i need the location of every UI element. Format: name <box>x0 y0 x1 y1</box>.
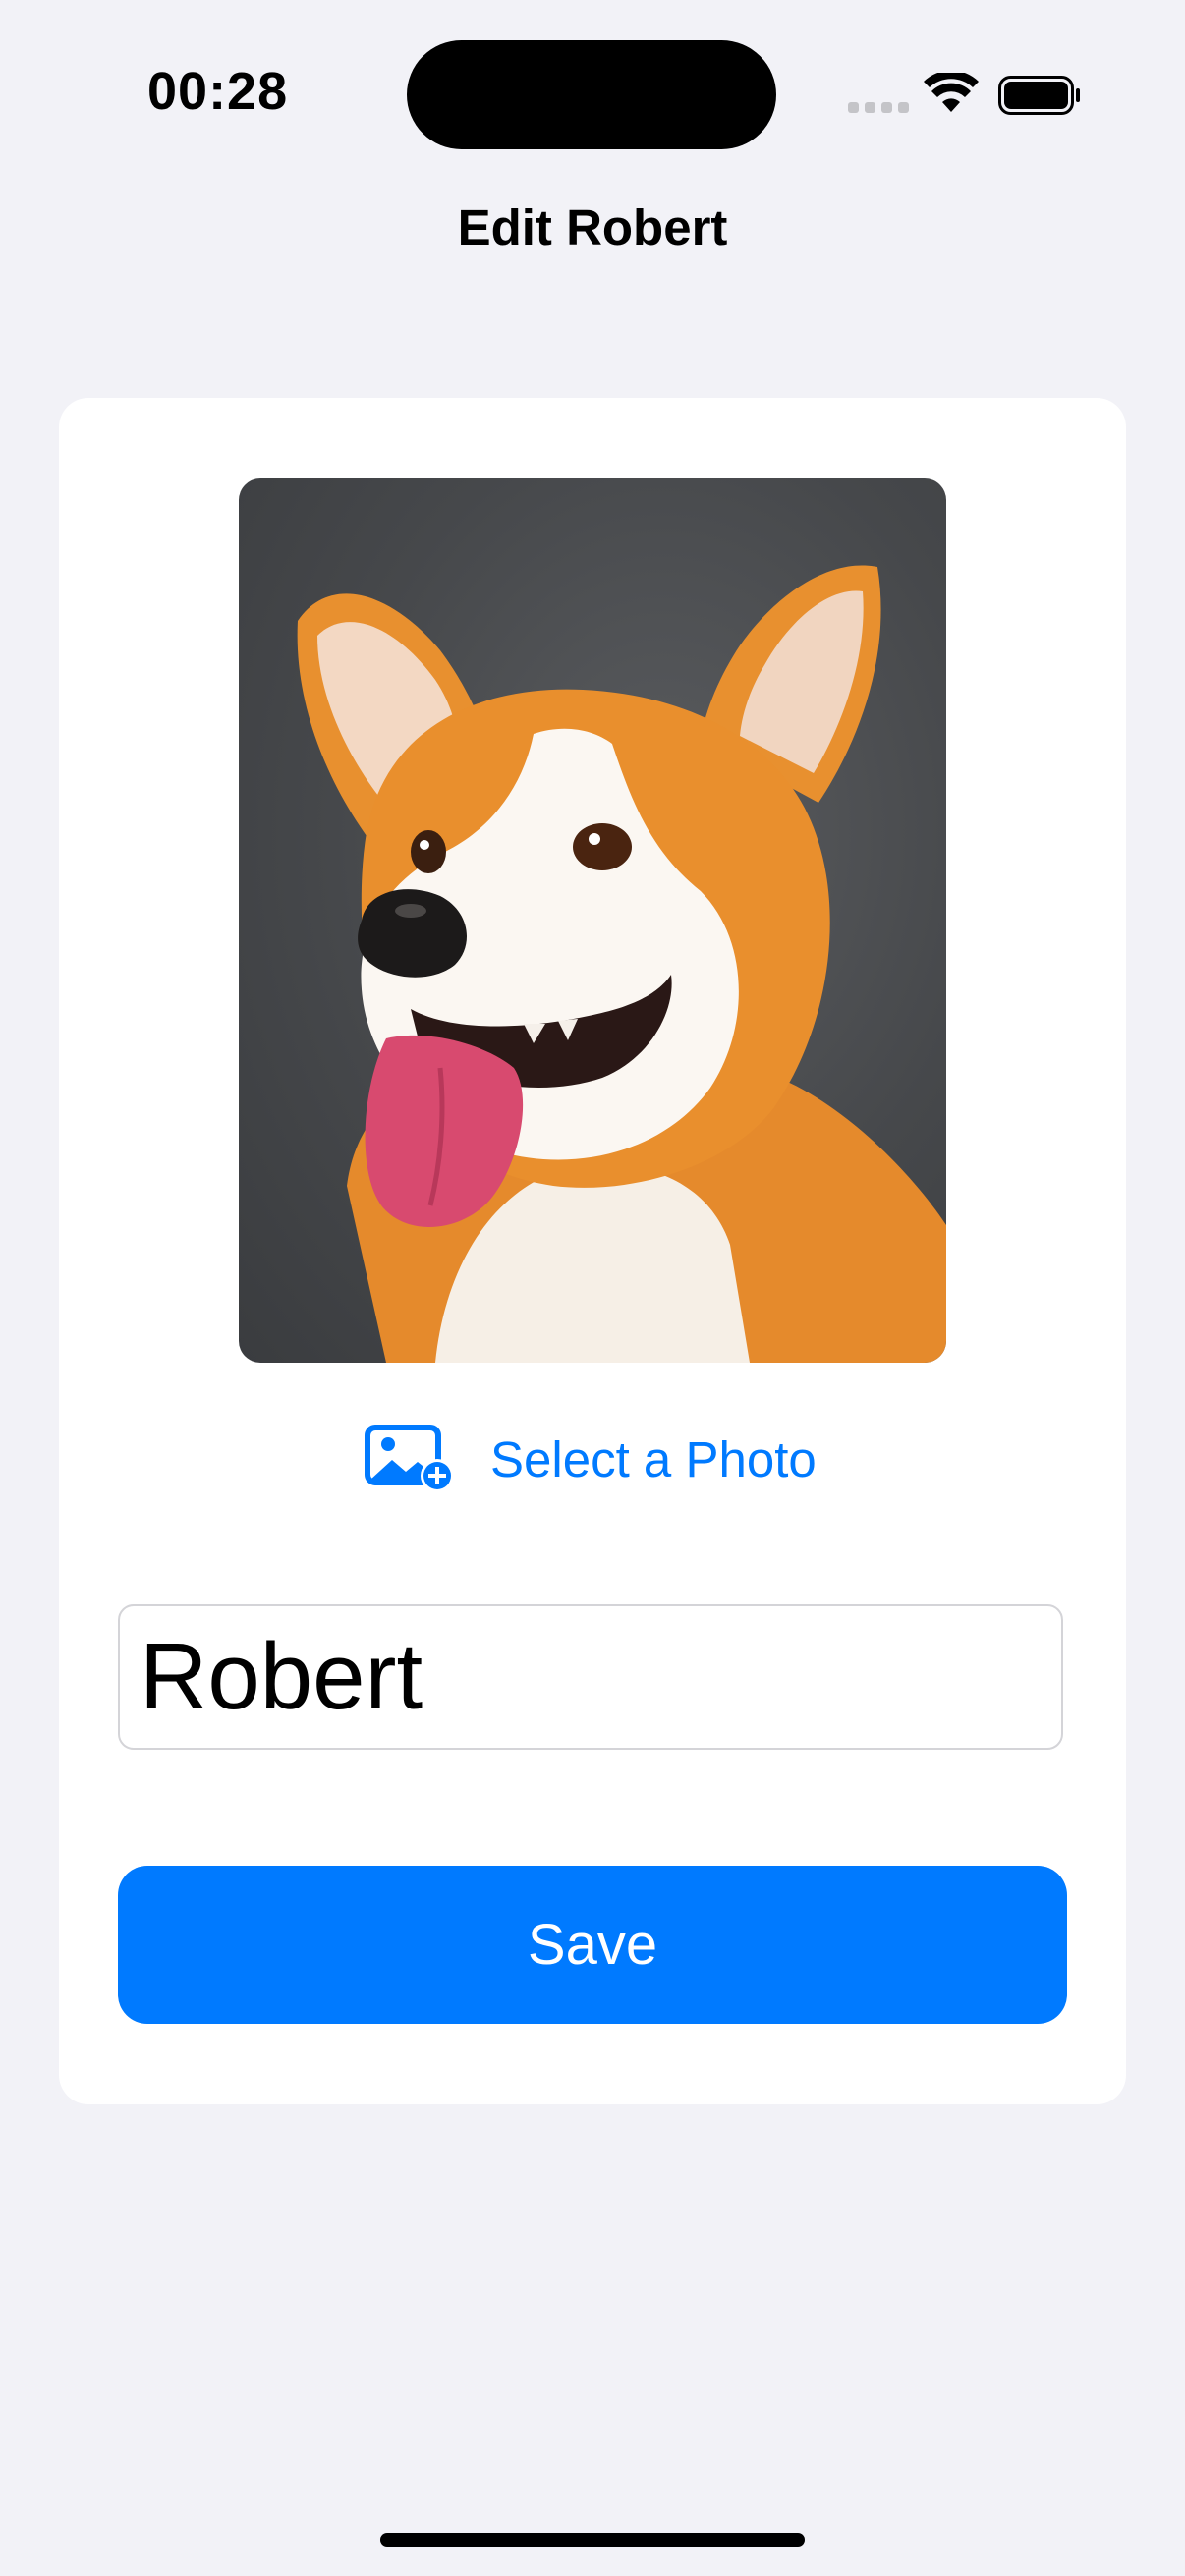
cellular-signal-icon <box>848 102 909 113</box>
page-title: Edit Robert <box>457 199 728 255</box>
dynamic-island <box>407 40 776 149</box>
status-bar: 00:28 <box>0 0 1185 187</box>
wifi-icon <box>924 73 979 112</box>
corgi-dog-photo <box>297 565 946 1363</box>
name-field[interactable] <box>118 1604 1063 1750</box>
save-button[interactable]: Save <box>118 1866 1067 2024</box>
home-indicator <box>380 2533 805 2547</box>
edit-card: Select a Photo Save <box>59 398 1126 2104</box>
status-time: 00:28 <box>147 62 289 121</box>
pet-photo <box>239 478 946 1363</box>
select-photo-button[interactable]: Select a Photo <box>365 1420 817 1498</box>
battery-icon <box>998 76 1080 115</box>
photo-badge-plus-icon <box>365 1425 454 1492</box>
select-photo-label: Select a Photo <box>490 1430 817 1487</box>
